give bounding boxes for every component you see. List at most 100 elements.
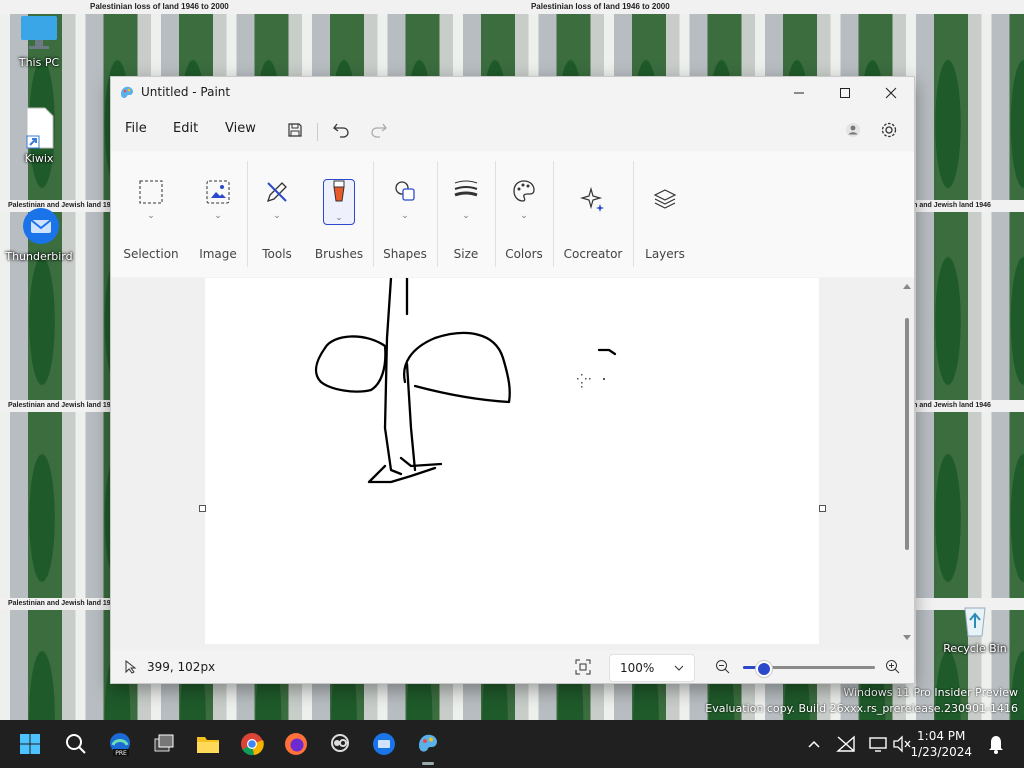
minimize-icon [794, 92, 804, 94]
toolbar-separator [317, 123, 318, 141]
scroll-up-icon [903, 284, 911, 289]
zoom-in-icon[interactable] [885, 659, 901, 675]
shapes-icon [395, 181, 415, 201]
chevron-down-icon: ⌄ [214, 211, 222, 221]
menu-bar: File Edit View [111, 113, 914, 145]
ribbon-group-label: Layers [645, 247, 685, 261]
redo-button[interactable] [365, 117, 393, 143]
paint-window: Untitled - Paint File Edit View ⌄ Select… [110, 76, 915, 684]
chrome-icon [241, 733, 264, 756]
ribbon-group-brushes[interactable]: ⌄ Brushes [309, 151, 369, 277]
ribbon-separator [495, 161, 496, 267]
ribbon-group-label: Selection [123, 247, 179, 261]
desktop-icon-label: Kiwix [24, 152, 54, 165]
chevron-down-icon: ⌄ [401, 211, 409, 221]
menu-file[interactable]: File [125, 121, 147, 136]
chrome-button[interactable] [236, 728, 268, 760]
zoom-slider[interactable] [743, 660, 875, 677]
desktop-icon-thunderbird[interactable]: Thunderbird [4, 204, 74, 263]
edge-pre-icon: PRE [110, 733, 130, 757]
zoom-out-icon[interactable] [715, 659, 731, 675]
bell-icon [989, 736, 1003, 754]
desktop-icon-this-pc[interactable]: This PC [4, 10, 74, 69]
ribbon-group-colors[interactable]: ⌄ Colors [499, 151, 549, 277]
ribbon-group-label: Tools [262, 247, 292, 261]
settings-button[interactable] [875, 117, 903, 143]
ribbon-group-label: Size [453, 247, 479, 261]
thunderbird-button[interactable] [368, 728, 400, 760]
taskbar-clock[interactable]: 1:04 PM 1/23/2024 [910, 728, 972, 760]
desktop-icon-label: Thunderbird [5, 250, 73, 263]
search-button[interactable] [60, 728, 92, 760]
file-explorer-button[interactable] [192, 728, 224, 760]
gear-icon [881, 122, 897, 138]
clock-date: 1/23/2024 [910, 745, 972, 759]
ribbon-group-shapes[interactable]: ⌄ Shapes [377, 151, 433, 277]
ribbon-separator [437, 161, 438, 267]
zoom-value: 100% [620, 661, 655, 675]
save-button[interactable] [281, 117, 309, 143]
ribbon-group-layers[interactable]: Layers [637, 151, 693, 277]
fit-to-window-icon[interactable] [575, 659, 591, 675]
ribbon-group-label: Shapes [383, 247, 427, 261]
volume-muted-icon [893, 735, 911, 753]
monitor-icon [21, 16, 57, 49]
notifications-button[interactable] [980, 728, 1012, 760]
zoom-slider-thumb[interactable] [755, 661, 772, 677]
menu-view[interactable]: View [225, 121, 256, 136]
canvas-workspace [111, 276, 914, 650]
selection-rect-icon [139, 180, 163, 204]
maximize-icon [840, 88, 850, 98]
paint-app-icon [121, 86, 133, 99]
watermark-line-1: Windows 11 Pro Insider Preview [843, 686, 1018, 699]
paint-app-icon [419, 734, 437, 752]
zoom-dropdown[interactable]: 100% [609, 654, 695, 682]
ribbon-group-label: Image [199, 247, 237, 261]
account-icon [846, 123, 860, 137]
ribbon-group-image[interactable]: ⌄ Image [191, 151, 245, 277]
file-shortcut-icon [26, 107, 54, 149]
vertical-scrollbar[interactable] [902, 282, 912, 642]
firefox-button[interactable] [280, 728, 312, 760]
show-hidden-icons-button[interactable] [798, 728, 830, 760]
ribbon-group-size[interactable]: ⌄ Size [441, 151, 491, 277]
menu-edit[interactable]: Edit [173, 121, 198, 136]
chevron-down-icon: ⌄ [520, 211, 528, 221]
chevron-down-icon: ⌄ [462, 211, 470, 221]
taskbar-app-button[interactable] [324, 728, 356, 760]
tray-network-button[interactable] [830, 728, 862, 760]
title-bar[interactable]: Untitled - Paint [111, 77, 914, 109]
ribbon-separator [373, 161, 374, 267]
cursor-pointer-icon [125, 660, 137, 674]
ribbon-group-cocreator[interactable]: Cocreator [557, 151, 629, 277]
ribbon-group-selection[interactable]: ⌄ Selection [117, 151, 185, 277]
status-bar: 399, 102px 100% [111, 651, 914, 683]
ribbon-separator [247, 161, 248, 267]
chevron-down-icon: ⌄ [147, 211, 155, 221]
save-icon [288, 123, 302, 137]
folder-icon [197, 737, 219, 753]
canvas-resize-handle-left[interactable] [199, 505, 206, 512]
scrollbar-thumb[interactable] [905, 318, 909, 550]
paint-button[interactable] [412, 728, 444, 765]
brush-icon [333, 180, 345, 202]
undo-button[interactable] [327, 117, 355, 143]
firefox-icon [285, 733, 307, 755]
thunderbird-icon [23, 208, 59, 244]
ribbon-group-tools[interactable]: ⌄ Tools [249, 151, 305, 277]
canvas-resize-handle-right[interactable] [819, 505, 826, 512]
wallpaper-caption-row: Palestinian loss of land 1946 to 2000 Pa… [0, 0, 1024, 14]
desktop-icon-recycle-bin[interactable]: Recycle Bin [940, 600, 1010, 655]
network-disconnected-icon [836, 735, 855, 752]
close-button[interactable] [868, 77, 914, 109]
drawing-canvas[interactable] [205, 276, 819, 644]
taskbar-edge-beta[interactable]: PRE [104, 728, 136, 760]
task-view-button[interactable] [148, 728, 180, 760]
account-button[interactable] [839, 117, 867, 143]
start-button[interactable] [14, 728, 46, 760]
desktop-icon-kiwix[interactable]: Kiwix [4, 104, 74, 165]
chevron-down-icon: ⌄ [273, 211, 281, 221]
minimize-button[interactable] [776, 77, 822, 109]
ribbon-separator [553, 161, 554, 267]
maximize-button[interactable] [822, 77, 868, 109]
